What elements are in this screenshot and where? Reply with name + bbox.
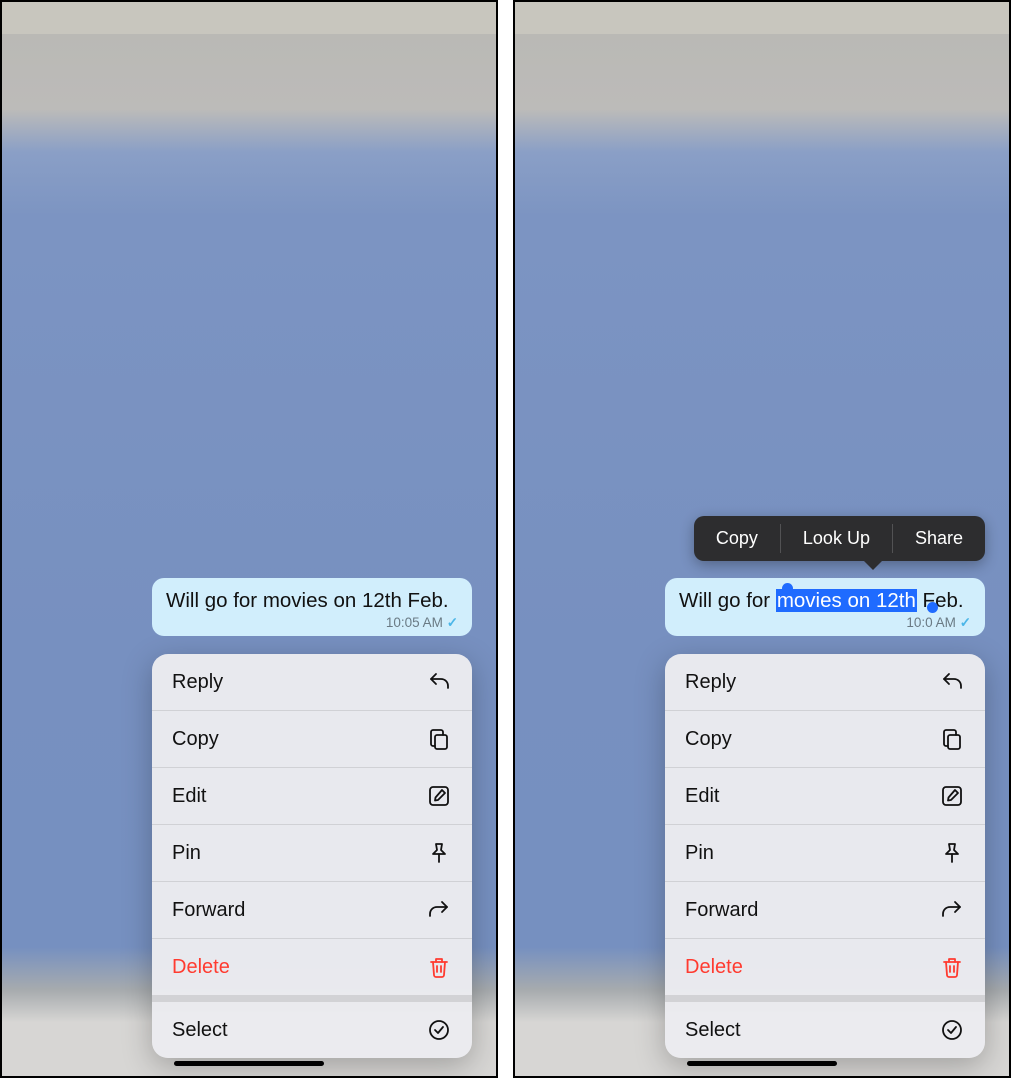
trash-icon	[426, 954, 452, 980]
menu-label: Edit	[172, 785, 206, 808]
message-bubble-wrap: Copy Look Up Share Will go for movies on…	[665, 578, 985, 637]
menu-item-select[interactable]: Select	[152, 996, 472, 1058]
menu-item-pin[interactable]: Pin	[152, 825, 472, 882]
menu-label: Edit	[685, 785, 719, 808]
select-icon	[939, 1017, 965, 1043]
sent-check-icon: ✓	[447, 615, 458, 630]
selection-handle-end[interactable]	[927, 602, 938, 613]
menu-item-pin[interactable]: Pin	[665, 825, 985, 882]
pin-icon	[426, 840, 452, 866]
home-indicator[interactable]	[687, 1061, 837, 1066]
menu-label: Select	[172, 1019, 228, 1042]
menu-item-copy[interactable]: Copy	[152, 711, 472, 768]
selection-callout: Copy Look Up Share	[694, 516, 985, 561]
context-menu: Reply Copy Edit Pin	[152, 654, 472, 1058]
menu-label: Pin	[172, 842, 201, 865]
message-bubble[interactable]: Will go for movies on 12th Feb. 10:05 AM…	[152, 578, 472, 637]
reply-icon	[426, 669, 452, 695]
edit-icon	[939, 783, 965, 809]
menu-item-forward[interactable]: Forward	[665, 882, 985, 939]
menu-label: Forward	[685, 899, 758, 922]
screen-left: Will go for movies on 12th Feb. 10:05 AM…	[0, 0, 498, 1078]
message-text-post: Feb.	[917, 589, 964, 612]
menu-label: Delete	[172, 956, 230, 979]
callout-share[interactable]: Share	[893, 516, 985, 561]
content-stack-right: Copy Look Up Share Will go for movies on…	[515, 578, 1009, 1077]
reply-icon	[939, 669, 965, 695]
menu-label: Pin	[685, 842, 714, 865]
message-time: 10:05 AM	[386, 615, 443, 630]
content-stack-left: Will go for movies on 12th Feb. 10:05 AM…	[2, 578, 496, 1077]
menu-item-reply[interactable]: Reply	[665, 654, 985, 711]
bubble-tail	[463, 618, 477, 632]
context-menu: Reply Copy Edit Pin	[665, 654, 985, 1058]
menu-item-forward[interactable]: Forward	[152, 882, 472, 939]
message-text-pre: Will go for	[679, 589, 776, 612]
message-meta: 10:0 AM ✓	[679, 615, 971, 632]
menu-item-select[interactable]: Select	[665, 996, 985, 1058]
sent-check-icon: ✓	[960, 615, 971, 630]
message-meta: 10:05 AM ✓	[166, 615, 458, 632]
menu-item-copy[interactable]: Copy	[665, 711, 985, 768]
message-bubble[interactable]: Will go for movies on 12th Feb. 10:0 AM …	[665, 578, 985, 637]
menu-item-reply[interactable]: Reply	[152, 654, 472, 711]
trash-icon	[939, 954, 965, 980]
menu-label: Copy	[172, 728, 219, 751]
pin-icon	[939, 840, 965, 866]
menu-label: Delete	[685, 956, 743, 979]
menu-label: Copy	[685, 728, 732, 751]
callout-copy[interactable]: Copy	[694, 516, 780, 561]
bubble-tail	[976, 618, 990, 632]
menu-item-delete[interactable]: Delete	[152, 939, 472, 996]
copy-icon	[426, 726, 452, 752]
edit-icon	[426, 783, 452, 809]
menu-label: Reply	[685, 671, 736, 694]
menu-label: Reply	[172, 671, 223, 694]
message-bubble-wrap: Will go for movies on 12th Feb. 10:05 AM…	[152, 578, 472, 637]
menu-item-delete[interactable]: Delete	[665, 939, 985, 996]
forward-icon	[426, 897, 452, 923]
menu-item-edit[interactable]: Edit	[665, 768, 985, 825]
message-text: Will go for movies on 12th Feb.	[166, 589, 449, 612]
selection-handle-start[interactable]	[782, 583, 793, 594]
home-indicator[interactable]	[174, 1061, 324, 1066]
callout-tail	[863, 560, 883, 570]
menu-item-edit[interactable]: Edit	[152, 768, 472, 825]
menu-label: Forward	[172, 899, 245, 922]
screen-right: Copy Look Up Share Will go for movies on…	[513, 0, 1011, 1078]
message-text-selected[interactable]: movies on 12th	[776, 589, 917, 612]
callout-lookup[interactable]: Look Up	[781, 516, 892, 561]
menu-label: Select	[685, 1019, 741, 1042]
message-time: 10:0 AM	[906, 615, 956, 630]
select-icon	[426, 1017, 452, 1043]
forward-icon	[939, 897, 965, 923]
copy-icon	[939, 726, 965, 752]
